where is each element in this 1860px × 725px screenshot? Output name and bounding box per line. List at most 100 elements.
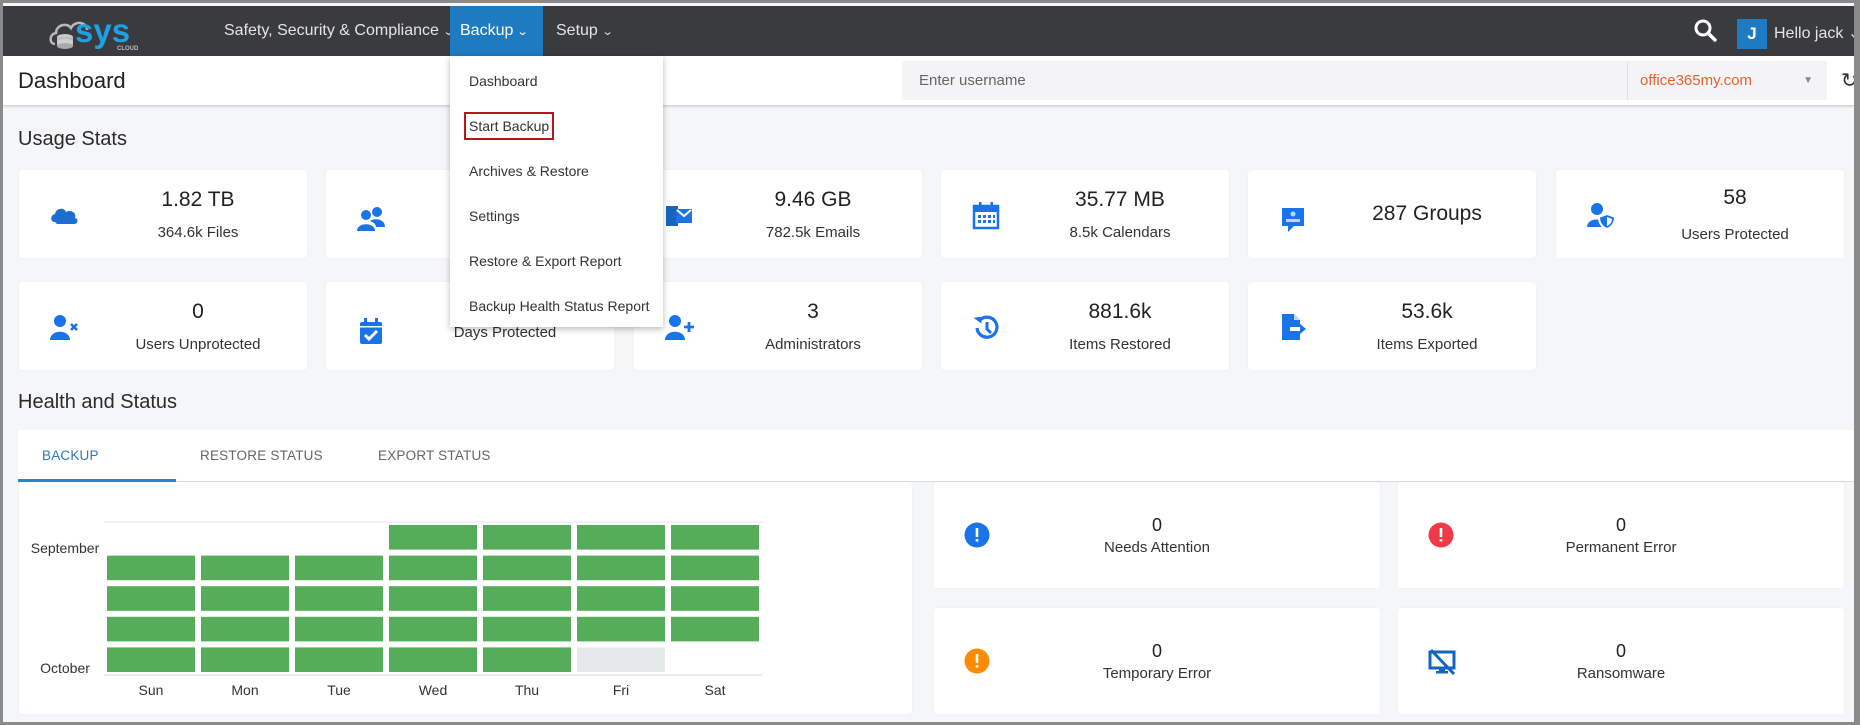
usage-stats-title: Usage Stats bbox=[18, 128, 127, 150]
heatmap-cell-success[interactable] bbox=[201, 586, 289, 611]
stat-value: 1.82 TB bbox=[161, 187, 235, 211]
chevron-down-icon: ⌄ bbox=[1848, 25, 1854, 42]
heatmap-cell-success[interactable] bbox=[483, 525, 571, 550]
stat-card[interactable]: 35.77 MB 8.5k Calendars bbox=[941, 170, 1229, 258]
heatmap-cell-success[interactable] bbox=[671, 586, 759, 611]
username-search-input[interactable] bbox=[902, 61, 1627, 100]
stat-value: 287 Groups bbox=[1372, 202, 1482, 225]
stat-text: 0 Users Unprotected bbox=[89, 282, 307, 370]
heatmap-cell-success[interactable] bbox=[671, 616, 759, 642]
tab-export-status[interactable]: EXPORT STATUS bbox=[354, 430, 515, 482]
stat-card[interactable]: 53.6k Items Exported bbox=[1248, 282, 1536, 370]
user-menu[interactable]: Hello jack ⌄ bbox=[1774, 6, 1854, 62]
heatmap-cell-success[interactable] bbox=[577, 586, 665, 611]
menu-item-archives-restore[interactable]: Archives & Restore bbox=[467, 160, 591, 182]
stat-text: 58 Users Protected bbox=[1626, 170, 1844, 258]
tab-backup-health[interactable]: BACKUP HEALTH bbox=[18, 430, 176, 515]
x-tick-label: Wed bbox=[419, 682, 448, 698]
heatmap-cell-success[interactable] bbox=[389, 586, 477, 611]
status-value: 0 bbox=[1151, 514, 1162, 535]
nav-safety-security-compliance[interactable]: Safety, Security & Compliance ⌄ bbox=[214, 6, 463, 56]
user-add-icon bbox=[665, 315, 694, 340]
menu-item-start-backup[interactable]: Start Backup bbox=[463, 112, 555, 140]
user-greeting: Hello jack bbox=[1774, 25, 1844, 42]
stat-value: 3 bbox=[807, 299, 819, 323]
domain-value: office365my.com bbox=[1640, 72, 1752, 89]
health-tabs: BACKUP HEALTH RESTORE STATUS EXPORT STAT… bbox=[18, 430, 1854, 515]
heatmap-cell-success[interactable] bbox=[389, 525, 477, 550]
heatmap-cell-success[interactable] bbox=[107, 555, 195, 581]
heatmap-cell-pending[interactable] bbox=[577, 647, 665, 672]
onedrive-cloud-icon bbox=[51, 208, 78, 224]
users-group-icon bbox=[357, 207, 385, 231]
heatmap-cell-success[interactable] bbox=[577, 555, 665, 581]
stat-label: Users Unprotected bbox=[135, 335, 261, 353]
user-avatar[interactable]: J bbox=[1737, 19, 1767, 49]
domain-select[interactable]: office365my.com ▼ bbox=[1627, 61, 1827, 100]
stat-card[interactable]: 287 Groups bbox=[1248, 170, 1536, 258]
menu-item-restore-export-report[interactable]: Restore & Export Report bbox=[467, 250, 624, 272]
heatmap-cell-success[interactable] bbox=[107, 647, 195, 672]
history-restore-icon bbox=[973, 315, 999, 339]
status-card-temporary-error[interactable]: 0 Temporary Error bbox=[934, 608, 1380, 714]
stat-text: 3 Administrators bbox=[704, 282, 922, 370]
heatmap-chart: Sun Mon Tue Wed Thu Fri Sat September October bbox=[31, 521, 762, 698]
heatmap-cell-success[interactable] bbox=[577, 616, 665, 642]
health-status-title: Health and Status bbox=[18, 391, 177, 413]
status-card-ransomware[interactable]: 0 Ransomware bbox=[1398, 608, 1844, 714]
menu-item-backup-health-status-report[interactable]: Backup Health Status Report bbox=[467, 295, 652, 317]
status-text: 0 Needs Attention bbox=[934, 482, 1380, 588]
stat-text: 9.46 GB 782.5k Emails bbox=[704, 170, 922, 258]
heatmap-cell-success[interactable] bbox=[671, 555, 759, 581]
nav-label: Backup bbox=[460, 22, 514, 39]
heatmap-cell-success[interactable] bbox=[389, 616, 477, 642]
stat-card[interactable]: 9.46 GB 782.5k Emails bbox=[634, 170, 922, 258]
heatmap-cell-success[interactable] bbox=[483, 616, 571, 642]
status-value: 0 bbox=[1615, 514, 1626, 535]
heatmap-cell-success[interactable] bbox=[201, 616, 289, 642]
stat-label: Items Exported bbox=[1376, 335, 1478, 353]
stat-card[interactable]: 881.6k Items Restored bbox=[941, 282, 1229, 370]
status-card-permanent-error[interactable]: 0 Permanent Error bbox=[1398, 482, 1844, 588]
syscloud-logo[interactable]: sys CLOUD bbox=[47, 10, 157, 52]
nav-setup[interactable]: Setup ⌄ bbox=[546, 6, 622, 56]
heatmap-cell-success[interactable] bbox=[201, 647, 289, 672]
stat-value: 881.6k bbox=[1088, 299, 1152, 323]
refresh-button[interactable]: ↻ bbox=[1841, 68, 1854, 93]
page-header: Dashboard office365my.com ▼ ↻ bbox=[3, 56, 1854, 106]
heatmap-cell-success[interactable] bbox=[483, 555, 571, 581]
heatmap-cell-success[interactable] bbox=[295, 647, 383, 672]
stat-text: 53.6k Items Exported bbox=[1318, 282, 1536, 370]
stat-card[interactable]: 58 Users Protected bbox=[1556, 170, 1844, 258]
heatmap-cell-success[interactable] bbox=[671, 525, 759, 550]
tab-restore-status[interactable]: RESTORE STATUS bbox=[176, 430, 347, 482]
heatmap-cell-success[interactable] bbox=[295, 555, 383, 581]
heatmap-cell-success[interactable] bbox=[295, 616, 383, 642]
stat-value: 35.77 MB bbox=[1075, 187, 1165, 211]
search-button[interactable] bbox=[1693, 18, 1719, 44]
nav-backup[interactable]: Backup ⌄ bbox=[450, 6, 543, 56]
heatmap-cell-success[interactable] bbox=[483, 586, 571, 611]
stat-card[interactable]: 0 Users Unprotected bbox=[19, 282, 307, 370]
svg-text:sys: sys bbox=[75, 12, 130, 49]
menu-item-settings[interactable]: Settings bbox=[467, 205, 522, 227]
stat-label: 364.6k Files bbox=[157, 223, 239, 241]
heatmap-cell-success[interactable] bbox=[389, 555, 477, 581]
heatmap-cell-success[interactable] bbox=[483, 647, 571, 672]
stat-value: 0 bbox=[192, 299, 204, 323]
heatmap-cell-success[interactable] bbox=[577, 525, 665, 550]
stat-label: Administrators bbox=[765, 335, 861, 353]
heatmap-cell-success[interactable] bbox=[201, 555, 289, 581]
heatmap-cell-success[interactable] bbox=[295, 586, 383, 611]
x-tick-label: Mon bbox=[231, 682, 258, 698]
stat-card[interactable]: 1.82 TB 364.6k Files bbox=[19, 170, 307, 258]
heatmap-cell-success[interactable] bbox=[107, 616, 195, 642]
menu-item-dashboard[interactable]: Dashboard bbox=[467, 70, 540, 92]
file-export-icon bbox=[1282, 314, 1306, 340]
calendar-check-icon bbox=[360, 318, 382, 344]
stat-card[interactable]: 3 Administrators bbox=[634, 282, 922, 370]
status-card-needs-attention[interactable]: 0 Needs Attention bbox=[934, 482, 1380, 588]
status-text: 0 Permanent Error bbox=[1398, 482, 1844, 588]
heatmap-cell-success[interactable] bbox=[107, 586, 195, 611]
heatmap-cell-success[interactable] bbox=[389, 647, 477, 672]
